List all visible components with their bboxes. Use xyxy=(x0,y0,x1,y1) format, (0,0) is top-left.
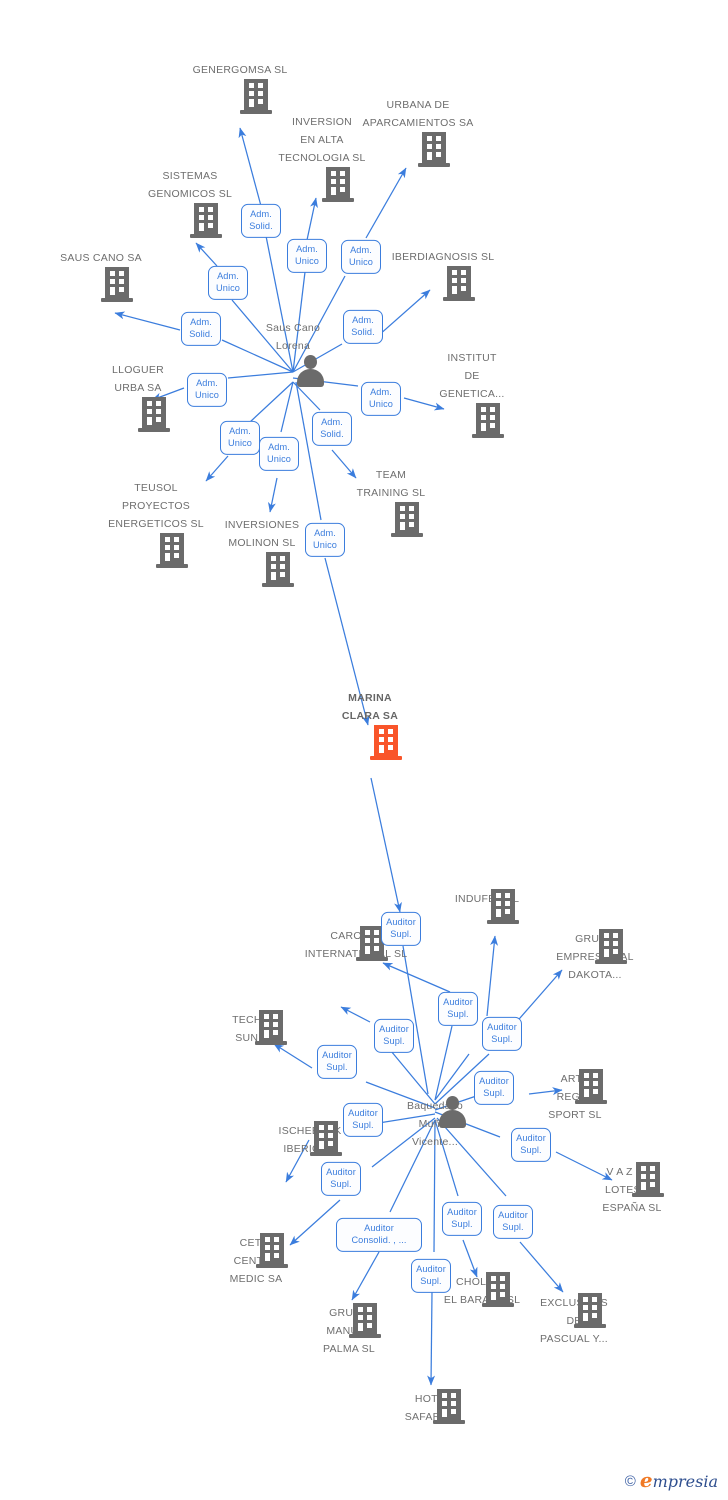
empresia-watermark: © empresia xyxy=(624,1468,718,1492)
node-label: INVERSIONES MOLINON SL xyxy=(224,519,300,549)
copyright-icon: © xyxy=(624,1472,636,1490)
company-node[interactable]: ARTE REGAL SPORT SL xyxy=(515,1068,635,1123)
edge-layer xyxy=(114,127,613,1386)
relation-chip[interactable]: Auditor Supl. xyxy=(482,1016,522,1052)
company-node[interactable]: TEAM TRAINING SL xyxy=(331,465,451,537)
company-node[interactable]: TECHNO SUN SL xyxy=(195,1009,315,1046)
relation-chip[interactable]: Auditor Supl. xyxy=(474,1070,514,1106)
node-label: IBERDIAGNOSIS SL xyxy=(391,251,495,263)
company-node[interactable]: HOTEL SAFARI SA xyxy=(373,1388,493,1425)
company-node[interactable]: V A Z LOS LOTES DE ESPAÑA SL xyxy=(572,1161,692,1216)
company-node[interactable]: INDUFEX SL xyxy=(427,888,547,924)
relation-chip[interactable]: Adm. Unico xyxy=(287,238,327,274)
focus-node-label: MARINA CLARA SA xyxy=(341,692,399,722)
relation-chip[interactable]: Adm. Unico xyxy=(305,522,345,558)
relation-chip[interactable]: Auditor Supl. xyxy=(493,1204,533,1240)
node-label: INSTITUT DE GENETICA... xyxy=(439,352,505,400)
focus-company-node[interactable]: MARINA CLARA SA xyxy=(310,688,430,760)
relation-chip[interactable]: Auditor Supl. xyxy=(317,1044,357,1080)
person-node-saus-cano-lorena[interactable]: Saus Cano Lorena xyxy=(233,318,353,387)
relation-chip[interactable]: Adm. Unico xyxy=(259,436,299,472)
company-node[interactable]: TEUSOL PROYECTOS ENERGETICOS SL xyxy=(96,478,216,568)
relation-chip[interactable]: Adm. Solid. xyxy=(241,203,281,239)
node-label: INVERSION EN ALTA TECNOLOGIA SL xyxy=(278,116,366,164)
node-label: LLOGUER URBA SA xyxy=(112,364,164,394)
node-label: URBANA DE APARCAMIENTOS SA xyxy=(362,99,474,129)
brand-label: empresia xyxy=(639,1468,718,1492)
node-label: SISTEMAS GENOMICOS SL xyxy=(147,170,233,200)
node-label: SAUS CANO SA xyxy=(60,252,142,264)
relation-chip[interactable]: Adm. Unico xyxy=(361,381,401,417)
relation-chip[interactable]: Adm. Unico xyxy=(187,372,227,408)
node-label: Saus Cano Lorena xyxy=(265,322,321,352)
relation-chip[interactable]: Adm. Solid. xyxy=(343,309,383,345)
company-node[interactable]: URBANA DE APARCAMIENTOS SA xyxy=(358,95,478,167)
relation-chip[interactable]: Auditor Supl. xyxy=(438,991,478,1027)
relation-chip[interactable]: Adm. Unico xyxy=(208,265,248,301)
company-node[interactable]: GENERGOMSA SL xyxy=(180,60,300,114)
company-node[interactable]: GRUPO MANUEL PALMA SL xyxy=(289,1302,409,1357)
relation-chip[interactable]: Adm. Solid. xyxy=(181,311,221,347)
relation-chip[interactable]: Auditor Supl. xyxy=(381,911,421,947)
company-node[interactable]: CETIR CENTRE MEDIC SA xyxy=(196,1232,316,1287)
relation-chip[interactable]: Auditor Supl. xyxy=(511,1127,551,1163)
company-node[interactable]: GRUPO EMPRESARIAL DAKOTA... xyxy=(535,928,655,983)
relation-chip[interactable]: Auditor Supl. xyxy=(343,1102,383,1138)
company-node[interactable]: SISTEMAS GENOMICOS SL xyxy=(130,166,250,238)
company-node[interactable]: LLOGUER URBA SA xyxy=(78,360,198,432)
company-node[interactable]: EXCLUSIVAS DE PASCUAL Y... xyxy=(514,1292,634,1347)
relation-chip[interactable]: Auditor Supl. xyxy=(321,1161,361,1197)
relation-chip[interactable]: Auditor Consolid. , ... xyxy=(336,1217,422,1253)
node-label: TEUSOL PROYECTOS ENERGETICOS SL xyxy=(108,482,204,530)
relation-chip[interactable]: Adm. Unico xyxy=(341,239,381,275)
relation-chip[interactable]: Adm. Unico xyxy=(220,420,260,456)
relation-chip[interactable]: Auditor Supl. xyxy=(374,1018,414,1054)
node-label: TEAM TRAINING SL xyxy=(356,469,426,499)
relation-chip[interactable]: Auditor Supl. xyxy=(442,1201,482,1237)
relation-chip[interactable]: Adm. Solid. xyxy=(312,411,352,447)
company-node[interactable]: INVERSIONES MOLINON SL xyxy=(202,515,322,587)
company-node[interactable]: SAUS CANO SA xyxy=(41,248,161,302)
node-label: GENERGOMSA SL xyxy=(192,64,288,76)
graph-canvas: GENERGOMSA SL INVERSION EN ALTA TECNOLOG… xyxy=(0,0,728,1500)
relation-chip[interactable]: Auditor Supl. xyxy=(411,1258,451,1294)
company-node[interactable]: IBERDIAGNOSIS SL xyxy=(383,247,503,301)
company-node[interactable]: INSTITUT DE GENETICA... xyxy=(412,348,532,438)
